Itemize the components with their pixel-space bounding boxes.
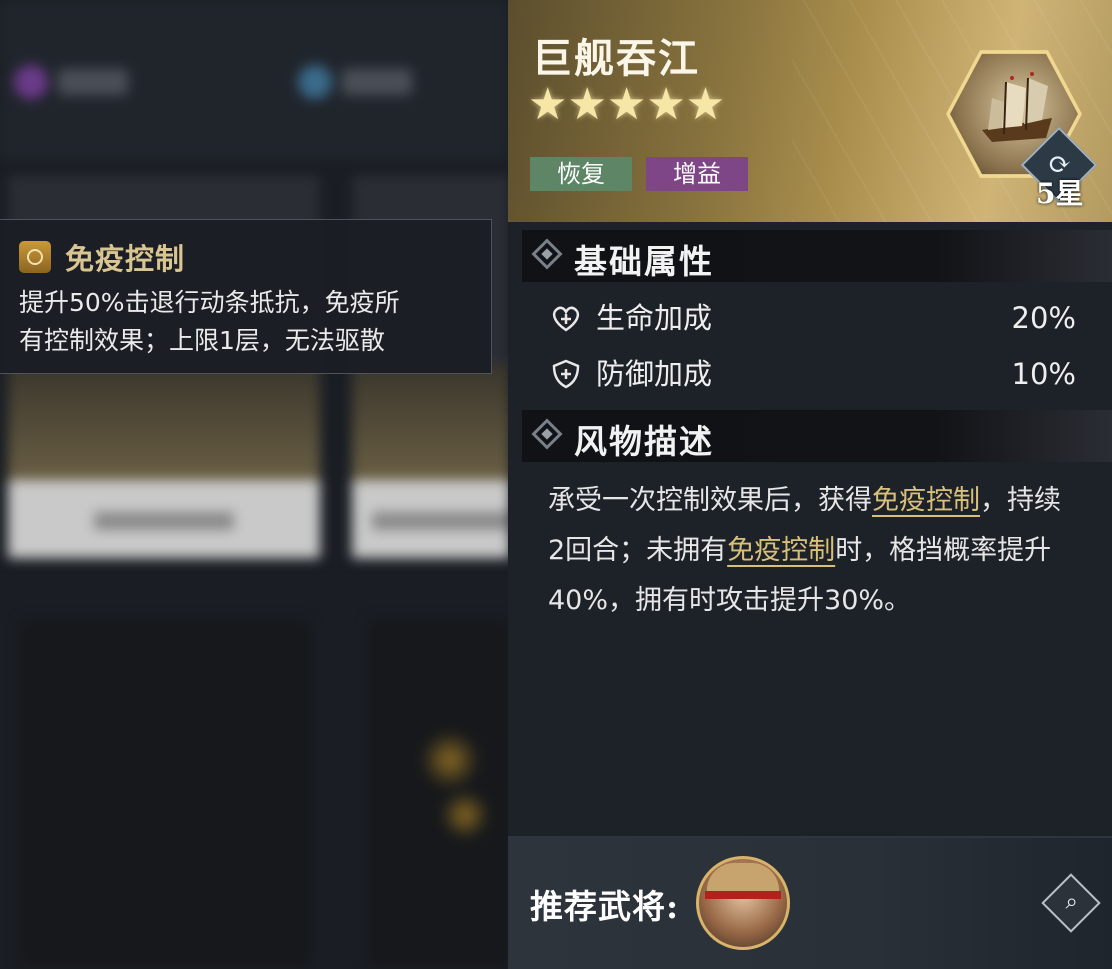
stat-label: 防御加成 (596, 357, 713, 391)
shield-plus-icon (552, 359, 580, 389)
keyword-link-immunity[interactable]: 免疫控制 (872, 485, 980, 516)
item-description: 承受一次控制效果后，获得免疫控制，持续2回合；未拥有免疫控制时，格挡概率提升40… (548, 476, 1068, 626)
diamond-icon (531, 418, 563, 450)
item-header: 巨舰吞江 ★★★★★ 恢复 增益 ⟳ 5星 (508, 0, 1112, 222)
blurred-background (0, 0, 510, 967)
shield-badge-icon (19, 241, 51, 273)
heart-plus-icon (552, 306, 580, 332)
section-description: 风物描述 (522, 410, 1112, 462)
star-rating: ★★★★★ (528, 80, 725, 130)
section-title: 风物描述 (574, 422, 714, 461)
desc-text: 承受一次控制效果后，获得 (548, 485, 872, 516)
buff-tooltip: 免疫控制 提升50%击退行动条抵抗，免疫所 有控制效果；上限1层，无法驱散 (0, 219, 492, 374)
tooltip-title: 免疫控制 (65, 242, 186, 276)
keyword-link-immunity[interactable]: 免疫控制 (727, 535, 835, 566)
stat-value: 10% (1011, 357, 1076, 391)
stat-value: 20% (1011, 301, 1076, 335)
bg-item-card (368, 620, 510, 967)
stat-label: 生命加成 (596, 301, 713, 335)
tooltip-line-2: 有控制效果；上限1层，无法驱散 (19, 326, 385, 355)
tooltip-line-1: 提升50%击退行动条抵抗，免疫所 (19, 288, 400, 317)
general-avatar[interactable] (696, 856, 790, 950)
tag-buff: 增益 (646, 157, 748, 191)
bg-filter-chip (298, 62, 412, 102)
bg-item-card (20, 620, 310, 967)
diamond-icon (531, 238, 563, 270)
recommended-label: 推荐武将: (530, 887, 680, 926)
bg-filter-chip (14, 62, 128, 102)
recommended-footer: 推荐武将: ⌕ (508, 836, 1112, 969)
magnifier-icon[interactable]: ⌕ (1041, 873, 1101, 933)
item-detail-panel: 巨舰吞江 ★★★★★ 恢复 增益 ⟳ 5星 基础属性 生命加成 20% 防御加成… (508, 0, 1112, 969)
section-title: 基础属性 (574, 242, 714, 281)
tooltip-description: 提升50%击退行动条抵抗，免疫所 有控制效果；上限1层，无法驱散 (19, 284, 484, 360)
star-level-label: 5星 (1036, 177, 1084, 210)
stat-row-hp: 生命加成 20% (550, 298, 1076, 338)
item-name: 巨舰吞江 (532, 35, 700, 82)
section-basic-attributes: 基础属性 (522, 230, 1112, 282)
stat-row-defense: 防御加成 10% (550, 354, 1076, 394)
tag-heal: 恢复 (530, 157, 632, 191)
star-icon: ★★★★★ (528, 79, 726, 130)
